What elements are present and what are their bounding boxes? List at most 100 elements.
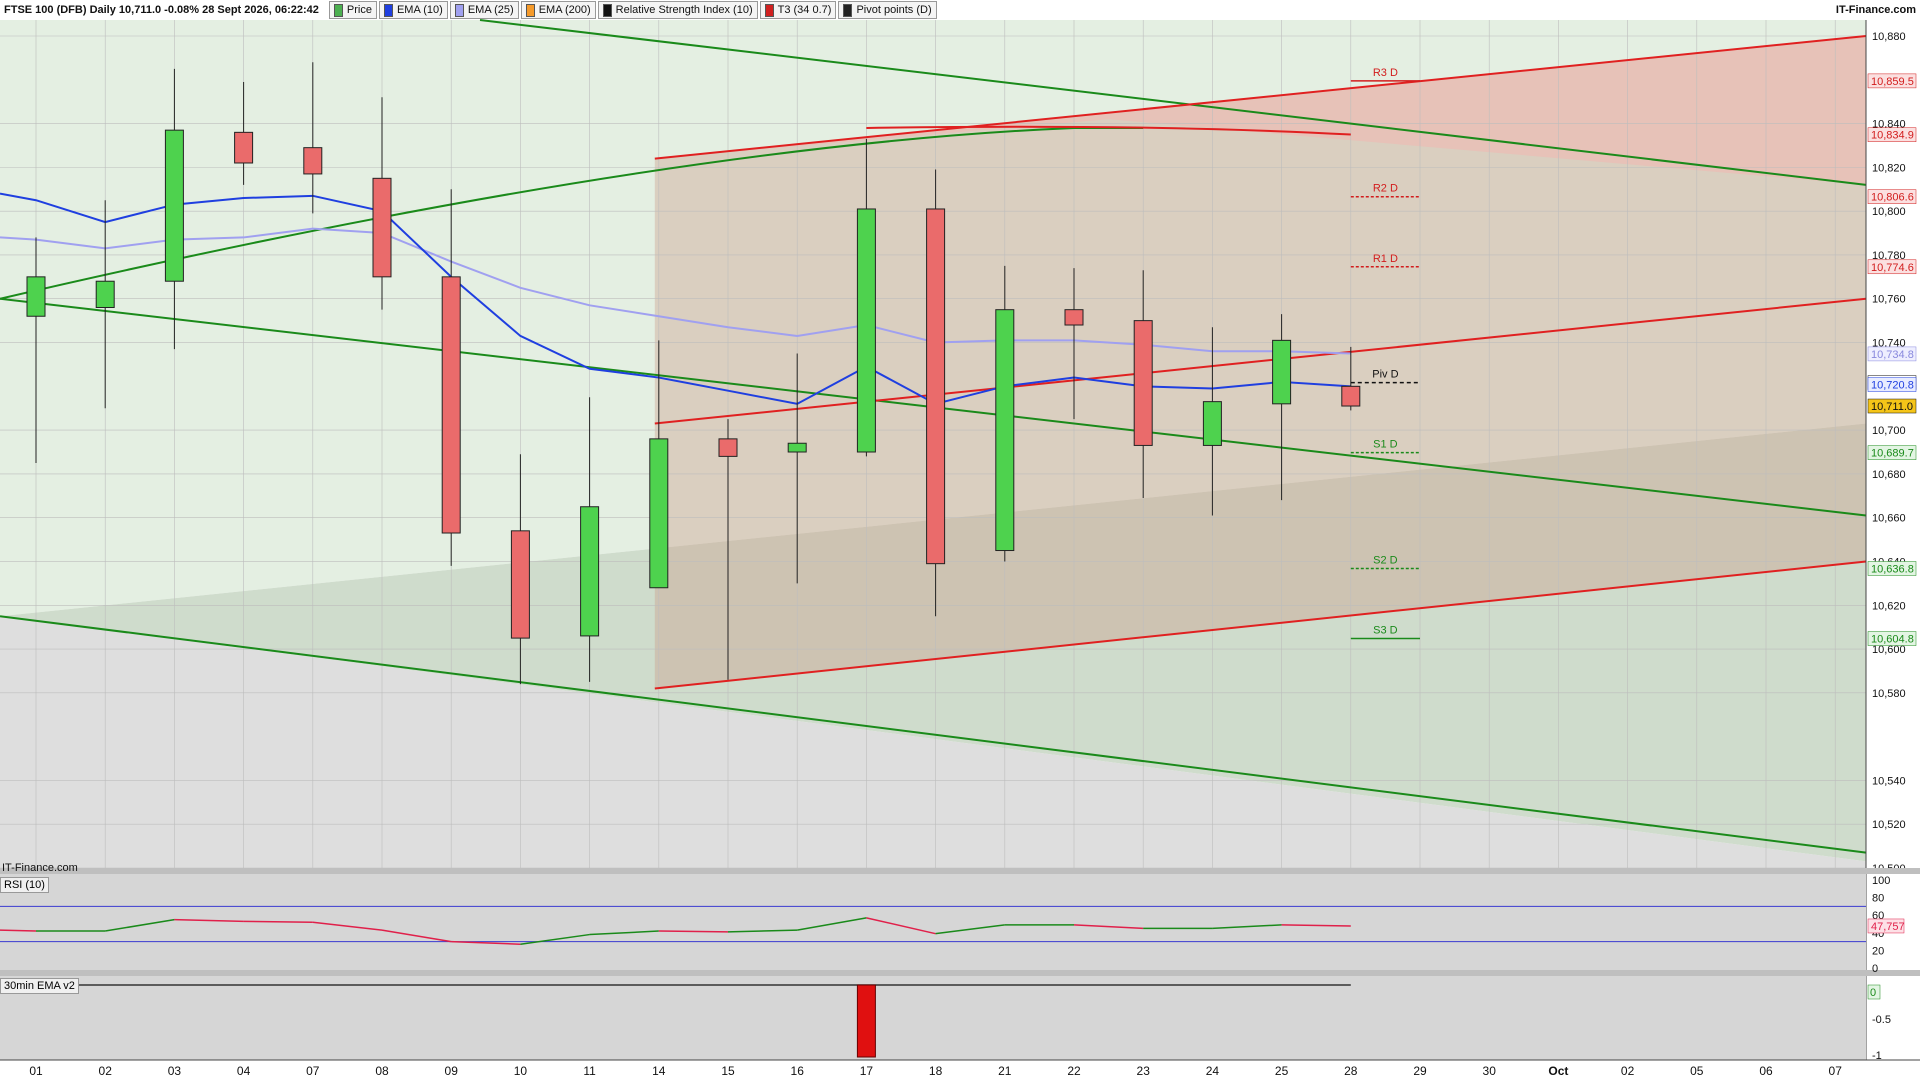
price-tick-label: 10,680 (1872, 469, 1906, 481)
price-tick-label: 10,760 (1872, 294, 1906, 306)
candle-down (510, 530, 530, 639)
candle-down (372, 177, 392, 278)
legend-item[interactable]: Relative Strength Index (10) (597, 1, 758, 19)
pane-separator (0, 970, 1920, 976)
pivot-label: S3 D (1373, 625, 1398, 637)
price-tick-label: 10,580 (1872, 688, 1906, 700)
price-tick-label: 10,520 (1872, 819, 1906, 831)
legend-item[interactable]: Price (328, 1, 377, 19)
price-tag-label: 10,834.9 (1871, 130, 1914, 142)
pivot-label: S2 D (1373, 554, 1398, 566)
price-tag-label: 10,604.8 (1871, 634, 1914, 646)
x-tick-label: 07 (306, 1064, 320, 1078)
x-tick-label: 18 (929, 1064, 943, 1078)
ema30-pane-bg (0, 976, 1866, 1060)
x-tick-label: 28 (1344, 1064, 1358, 1078)
rsi-tick-label: 100 (1872, 875, 1890, 887)
pivot-label: Piv D (1372, 369, 1398, 381)
legend-swatch-icon (525, 3, 535, 17)
ema30-bar (856, 984, 876, 1058)
x-tick-label: 17 (860, 1064, 874, 1078)
x-tick-label: 04 (237, 1064, 251, 1078)
legend-swatch-icon (383, 3, 393, 17)
candle-up (26, 276, 46, 317)
x-tick-label: 24 (1206, 1064, 1220, 1078)
x-tick-label: 09 (445, 1064, 459, 1078)
rsi-segment (658, 930, 729, 933)
price-tick-label: 10,700 (1872, 425, 1906, 437)
ema30-tick-label: -0.5 (1872, 1014, 1891, 1026)
candle-down (234, 131, 254, 164)
candle-up (95, 280, 115, 308)
rsi-tick-label: 0 (1872, 963, 1878, 975)
x-tick-label: 06 (1759, 1064, 1773, 1078)
chart-header: FTSE 100 (DFB) Daily 10,711.0 -0.08% 28 … (0, 0, 1920, 20)
candle-down (718, 438, 738, 457)
pivot-label: R2 D (1373, 183, 1398, 195)
candle-down (303, 147, 323, 175)
x-tick-label: 21 (998, 1064, 1012, 1078)
x-tick-label: 15 (721, 1064, 735, 1078)
legend-label: Pivot points (D) (856, 4, 932, 16)
candle-up (856, 208, 876, 453)
price-tag-label: 10,711.0 (1871, 401, 1913, 413)
candle-down (1341, 385, 1361, 407)
x-tick-label: 14 (652, 1064, 666, 1078)
candle-up (164, 129, 184, 282)
legend-item[interactable]: T3 (34 0.7) (759, 1, 837, 19)
legend-swatch-icon (454, 3, 464, 17)
price-tag-label: 10,774.6 (1871, 262, 1914, 274)
legend-item[interactable]: EMA (10) (378, 1, 448, 19)
rsi-pane-label[interactable]: RSI (10) (0, 877, 49, 893)
pivot-label: R3 D (1373, 67, 1398, 79)
rsi-tick-label: 80 (1872, 893, 1884, 905)
price-tick-label: 10,880 (1872, 31, 1906, 43)
x-tick-label: 08 (375, 1064, 389, 1078)
pivot-label: S1 D (1373, 439, 1398, 451)
chart-canvas[interactable]: R3 DR2 DR1 DPiv DS1 DS2 DS3 D10,88010,84… (0, 0, 1920, 1080)
candle-down (1133, 320, 1153, 446)
candle-up (995, 309, 1015, 552)
legend-label: T3 (34 0.7) (777, 4, 832, 16)
candle-up (1272, 339, 1292, 405)
candle-down (1064, 309, 1084, 326)
rsi-tag-label: 47,757 (1871, 921, 1905, 933)
price-tag-label: 10,859.5 (1871, 76, 1914, 88)
price-tick-label: 10,540 (1872, 775, 1906, 787)
x-tick-label: Oct (1548, 1064, 1568, 1078)
rsi-segment (243, 920, 313, 923)
price-tag-label: 10,734.8 (1871, 349, 1914, 361)
x-tick-label: 11 (583, 1064, 596, 1078)
ema30-tag-label: 0 (1870, 987, 1876, 999)
x-tick-label: 22 (1067, 1064, 1081, 1078)
legend: Price EMA (10) EMA (25) EMA (200) Relative S… (328, 1, 939, 19)
legend-item[interactable]: EMA (200) (520, 1, 596, 19)
x-tick-label: 01 (29, 1064, 43, 1078)
price-tag-label: 10,806.6 (1871, 192, 1914, 204)
candle-down (926, 208, 946, 565)
legend-item[interactable]: EMA (25) (449, 1, 519, 19)
x-tick-label: 25 (1275, 1064, 1289, 1078)
instrument-title: FTSE 100 (DFB) Daily 10,711.0 -0.08% 28 … (4, 4, 319, 16)
pivot-label: R1 D (1373, 253, 1398, 265)
price-tick-label: 10,820 (1872, 162, 1906, 174)
rsi-segment (0, 929, 37, 932)
legend-label: EMA (200) (538, 4, 591, 16)
price-tick-label: 10,620 (1872, 600, 1906, 612)
price-axis-bg (1866, 20, 1920, 868)
legend-item[interactable]: Pivot points (D) (838, 1, 937, 19)
x-tick-label: 30 (1483, 1064, 1497, 1078)
brand-label: IT-Finance.com (1835, 4, 1916, 16)
x-tick-label: 16 (791, 1064, 805, 1078)
legend-label: EMA (10) (396, 4, 443, 16)
price-tick-label: 10,800 (1872, 206, 1906, 218)
price-tick-label: 10,660 (1872, 513, 1906, 525)
x-tick-label: 29 (1413, 1064, 1427, 1078)
x-tick-label: 02 (99, 1064, 113, 1078)
legend-label: EMA (25) (467, 4, 514, 16)
legend-swatch-icon (602, 3, 612, 17)
footer-brand: IT-Finance.com (2, 862, 78, 874)
x-tick-label: 05 (1690, 1064, 1704, 1078)
ema30-pane-label[interactable]: 30min EMA v2 (0, 978, 79, 994)
x-tick-label: 03 (168, 1064, 182, 1078)
